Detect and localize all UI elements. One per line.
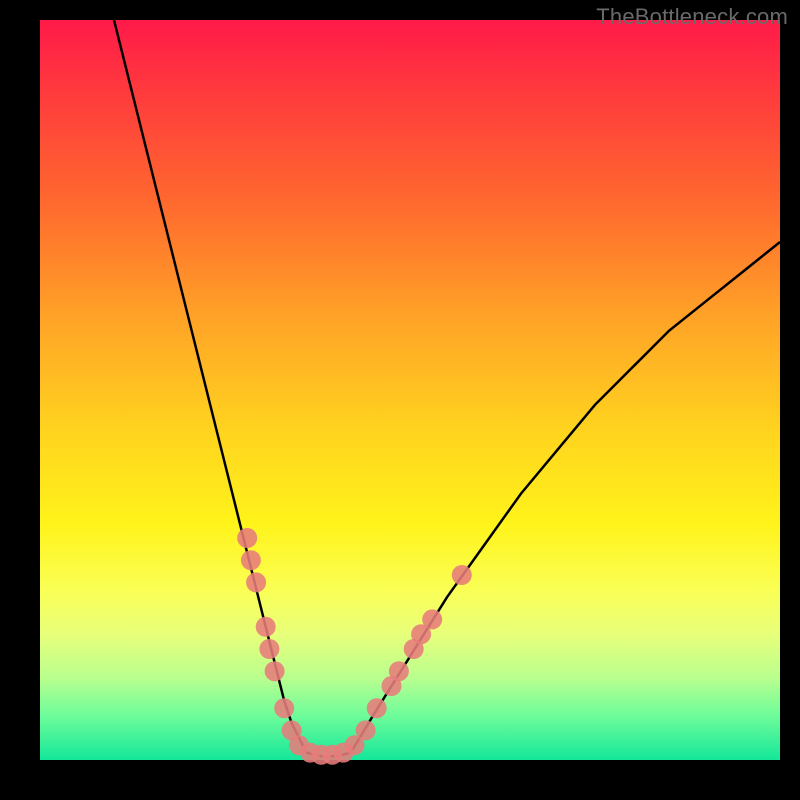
data-marker (241, 550, 261, 570)
plot-area (40, 20, 780, 760)
series-lines (114, 20, 780, 756)
data-marker (274, 698, 294, 718)
series-markers (237, 528, 472, 765)
data-marker (389, 661, 409, 681)
data-marker (246, 572, 266, 592)
chart-frame: TheBottleneck.com (0, 0, 800, 800)
series-right-curve (351, 242, 780, 753)
data-marker (422, 609, 442, 629)
data-marker (356, 720, 376, 740)
curve-layer (40, 20, 780, 760)
data-marker (259, 639, 279, 659)
data-marker (265, 661, 285, 681)
series-left-curve (114, 20, 306, 753)
data-marker (256, 617, 276, 637)
watermark-text: TheBottleneck.com (596, 4, 788, 30)
data-marker (237, 528, 257, 548)
data-marker (367, 698, 387, 718)
data-marker (452, 565, 472, 585)
